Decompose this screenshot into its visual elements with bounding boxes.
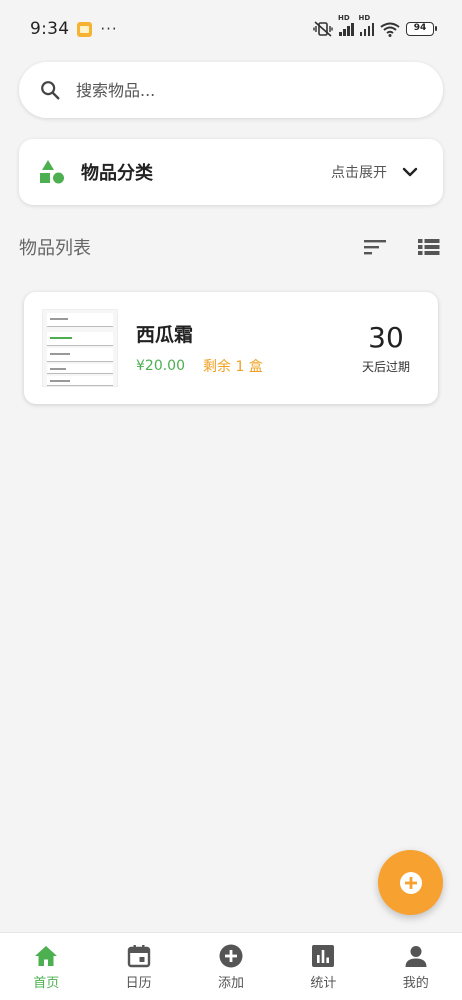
- item-expiry: 30 天后过期: [340, 320, 432, 375]
- notification-app-icon: [77, 21, 93, 37]
- search-input[interactable]: [76, 80, 396, 100]
- mute-vibrate-icon: [313, 21, 333, 37]
- list-title: 物品列表: [19, 238, 91, 259]
- more-notifications-icon: ···: [100, 20, 118, 38]
- item-name: 西瓜霜: [136, 324, 194, 346]
- expiry-label: 天后过期: [361, 359, 410, 374]
- category-expand-label[interactable]: 点击展开: [331, 162, 387, 182]
- nav-label: 首页: [33, 976, 60, 991]
- signal-2-icon: HD: [359, 14, 374, 36]
- nav-add[interactable]: 添加: [185, 933, 277, 1000]
- item-thumbnail: [42, 309, 118, 387]
- status-time: 9:34: [30, 19, 70, 39]
- category-card[interactable]: 物品分类 点击展开: [19, 139, 443, 205]
- nav-calendar[interactable]: 日历: [92, 933, 184, 1000]
- nav-stats[interactable]: 统计: [277, 933, 369, 1000]
- add-circle-icon: [399, 871, 422, 894]
- item-price: ¥20.00: [136, 358, 185, 374]
- list-view-icon: [418, 239, 440, 255]
- add-item-fab[interactable]: [378, 850, 443, 915]
- nav-label: 日历: [125, 976, 152, 991]
- bar-chart-icon: [312, 945, 335, 967]
- calendar-icon: [127, 945, 150, 968]
- home-icon: [35, 946, 58, 966]
- item-meta: ¥20.00 剩余 1 盒: [136, 356, 340, 376]
- add-circle-icon: [219, 944, 243, 968]
- search-bar[interactable]: [19, 62, 443, 118]
- item-info: 西瓜霜 ¥20.00 剩余 1 盒: [136, 320, 340, 376]
- list-header: 物品列表: [19, 228, 443, 266]
- item-remaining: 剩余 1 盒: [203, 359, 263, 375]
- nav-home[interactable]: 首页: [0, 933, 92, 1000]
- status-left: 9:34 ···: [30, 19, 118, 39]
- nav-label: 统计: [310, 976, 337, 991]
- nav-profile[interactable]: 我的: [370, 933, 462, 1000]
- expiry-days: 30: [368, 320, 404, 354]
- chevron-down-icon[interactable]: [401, 163, 419, 181]
- category-shapes-icon: [40, 160, 64, 184]
- bottom-nav: 首页 日历 添加 统计 我的: [0, 932, 462, 1000]
- search-icon: [41, 81, 60, 100]
- person-icon: [405, 946, 427, 967]
- item-card[interactable]: 西瓜霜 ¥20.00 剩余 1 盒 30 天后过期: [24, 292, 438, 404]
- sort-icon: [364, 240, 386, 255]
- signal-1-icon: HD: [338, 14, 354, 36]
- nav-label: 添加: [217, 976, 244, 991]
- status-bar: 9:34 ··· HD HD 94: [0, 0, 462, 58]
- battery-icon: 94: [406, 22, 437, 36]
- sort-button[interactable]: [361, 233, 389, 261]
- wifi-icon: [380, 22, 400, 37]
- nav-label: 我的: [402, 976, 429, 991]
- status-right: HD HD 94: [313, 14, 437, 37]
- view-mode-button[interactable]: [415, 233, 443, 261]
- category-title: 物品分类: [81, 163, 153, 184]
